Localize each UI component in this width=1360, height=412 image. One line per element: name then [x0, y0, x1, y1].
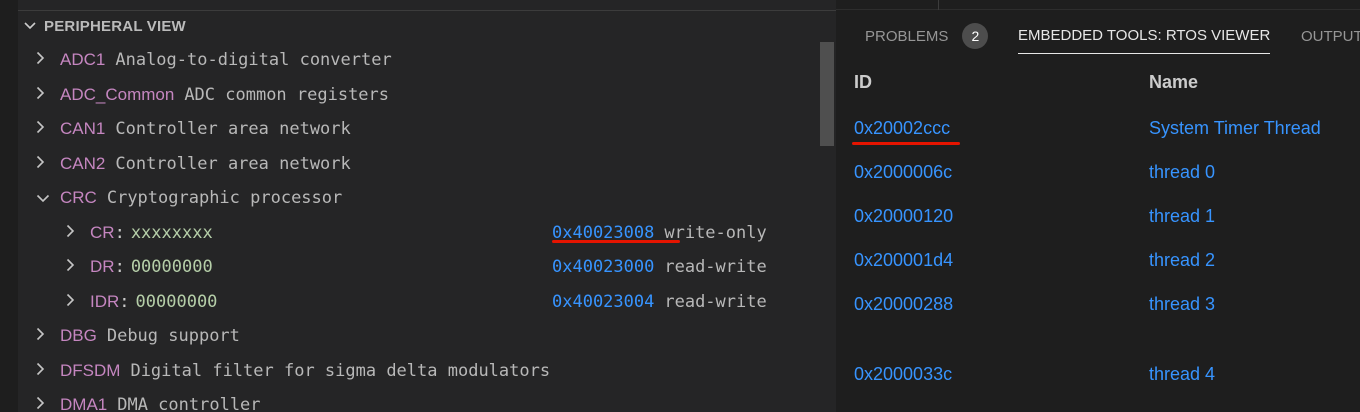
peripheral-item-adc1[interactable]: ADC1 Analog-to-digital converter [36, 43, 392, 77]
peripheral-item-can2[interactable]: CAN2 Controller area network [36, 147, 351, 181]
chevron-right-icon [66, 258, 90, 276]
register-address[interactable]: 0x40023000 [552, 257, 654, 277]
register-item-cr[interactable]: CR : xxxxxxxx [66, 216, 213, 250]
chevron-right-icon [66, 293, 90, 311]
tab-problems[interactable]: PROBLEMS 2 [865, 18, 989, 54]
peripheral-name: DMA1 [60, 395, 108, 412]
peripheral-description: ADC common registers [184, 85, 390, 105]
annotation-underline [552, 240, 680, 243]
tab-output[interactable]: OUTPUT [1301, 18, 1360, 54]
thread-id[interactable]: 0x2000033c [854, 364, 952, 385]
register-address-idr: 0x40023004 read-write [552, 285, 767, 319]
chevron-right-icon [66, 224, 90, 242]
chevron-right-icon [36, 51, 60, 69]
peripheral-item-dma1[interactable]: DMA1 DMA controller [36, 388, 261, 412]
peripheral-name: CAN2 [60, 154, 106, 173]
register-value: xxxxxxxx [130, 223, 213, 243]
tab-label: OUTPUT [1301, 27, 1360, 45]
peripheral-item-crc[interactable]: CRC Cryptographic processor [36, 181, 342, 215]
peripheral-item-adc-common[interactable]: ADC_Common ADC common registers [36, 78, 389, 112]
annotation-underline [852, 142, 960, 145]
peripheral-description: Cryptographic processor [106, 188, 343, 208]
peripheral-name: CRC [60, 188, 97, 207]
peripheral-view-panel: PERIPHERAL VIEW ADC1 Analog-to-digital c… [0, 0, 836, 412]
peripheral-description: Controller area network [115, 154, 351, 174]
section-title: PERIPHERAL VIEW [44, 17, 186, 35]
divider [938, 0, 939, 10]
chevron-down-icon [36, 189, 60, 207]
thread-name[interactable]: thread 1 [1149, 206, 1215, 227]
chevron-down-icon [24, 18, 44, 34]
peripheral-description: DMA controller [117, 395, 261, 412]
thread-name[interactable]: thread 0 [1149, 162, 1215, 183]
thread-id[interactable]: 0x20000288 [854, 294, 953, 315]
panel-topbar [836, 0, 1360, 10]
column-header-name[interactable]: Name [1149, 72, 1198, 93]
thread-id[interactable]: 0x200001d4 [854, 250, 953, 271]
peripheral-description: Analog-to-digital converter [115, 50, 392, 70]
chevron-right-icon [36, 396, 60, 412]
peripheral-item-dfsdm[interactable]: DFSDM Digital filter for sigma delta mod… [36, 354, 550, 388]
thread-id[interactable]: 0x20002ccc [854, 118, 950, 139]
chevron-right-icon [36, 120, 60, 138]
peripheral-description: Controller area network [115, 119, 351, 139]
thread-name[interactable]: thread 3 [1149, 294, 1215, 315]
tab-label: EMBEDDED TOOLS: RTOS VIEWER [1018, 27, 1271, 44]
register-access: read-write [664, 257, 767, 277]
peripheral-description: Debug support [106, 326, 240, 346]
register-access: read-write [664, 292, 767, 312]
register-name: CR [90, 223, 115, 242]
register-address-cr: 0x40023008 write-only [552, 216, 767, 250]
register-address-dr: 0x40023000 read-write [552, 250, 767, 284]
register-item-idr[interactable]: IDR : 00000000 [66, 285, 217, 319]
peripheral-name: CAN1 [60, 119, 106, 138]
vertical-scrollbar[interactable] [820, 42, 834, 146]
rtos-viewer-panel: PROBLEMS 2 EMBEDDED TOOLS: RTOS VIEWER O… [836, 0, 1360, 412]
thread-name[interactable]: System Timer Thread [1149, 118, 1321, 139]
register-name: IDR [90, 292, 120, 311]
chevron-right-icon [36, 86, 60, 104]
register-name: DR [90, 257, 115, 276]
column-header-id[interactable]: ID [854, 72, 872, 93]
peripheral-description: Digital filter for sigma delta modulator… [130, 361, 551, 381]
peripheral-name: DFSDM [60, 361, 121, 380]
problems-count-badge: 2 [962, 23, 989, 49]
thread-id[interactable]: 0x2000006c [854, 162, 952, 183]
register-value: 00000000 [130, 257, 213, 277]
peripheral-name: ADC_Common [60, 85, 175, 104]
register-item-dr[interactable]: DR : 00000000 [66, 250, 213, 284]
tab-rtos-viewer[interactable]: EMBEDDED TOOLS: RTOS VIEWER [1018, 18, 1271, 54]
activity-gutter [0, 0, 18, 412]
thread-name[interactable]: thread 2 [1149, 250, 1215, 271]
thread-name[interactable]: thread 4 [1149, 364, 1215, 385]
panel-tabs: PROBLEMS 2 EMBEDDED TOOLS: RTOS VIEWER O… [836, 18, 1360, 56]
tab-label: PROBLEMS [865, 27, 949, 45]
chevron-right-icon [36, 327, 60, 345]
register-address[interactable]: 0x40023004 [552, 292, 654, 312]
peripheral-name: ADC1 [60, 50, 106, 69]
chevron-right-icon [36, 362, 60, 380]
register-value: 00000000 [135, 292, 218, 312]
peripheral-item-can1[interactable]: CAN1 Controller area network [36, 112, 351, 146]
peripheral-item-dbg[interactable]: DBG Debug support [36, 319, 240, 353]
thread-id[interactable]: 0x20000120 [854, 206, 953, 227]
peripheral-name: DBG [60, 326, 97, 345]
peripheral-view-header[interactable]: PERIPHERAL VIEW [18, 11, 836, 41]
chevron-right-icon [36, 155, 60, 173]
